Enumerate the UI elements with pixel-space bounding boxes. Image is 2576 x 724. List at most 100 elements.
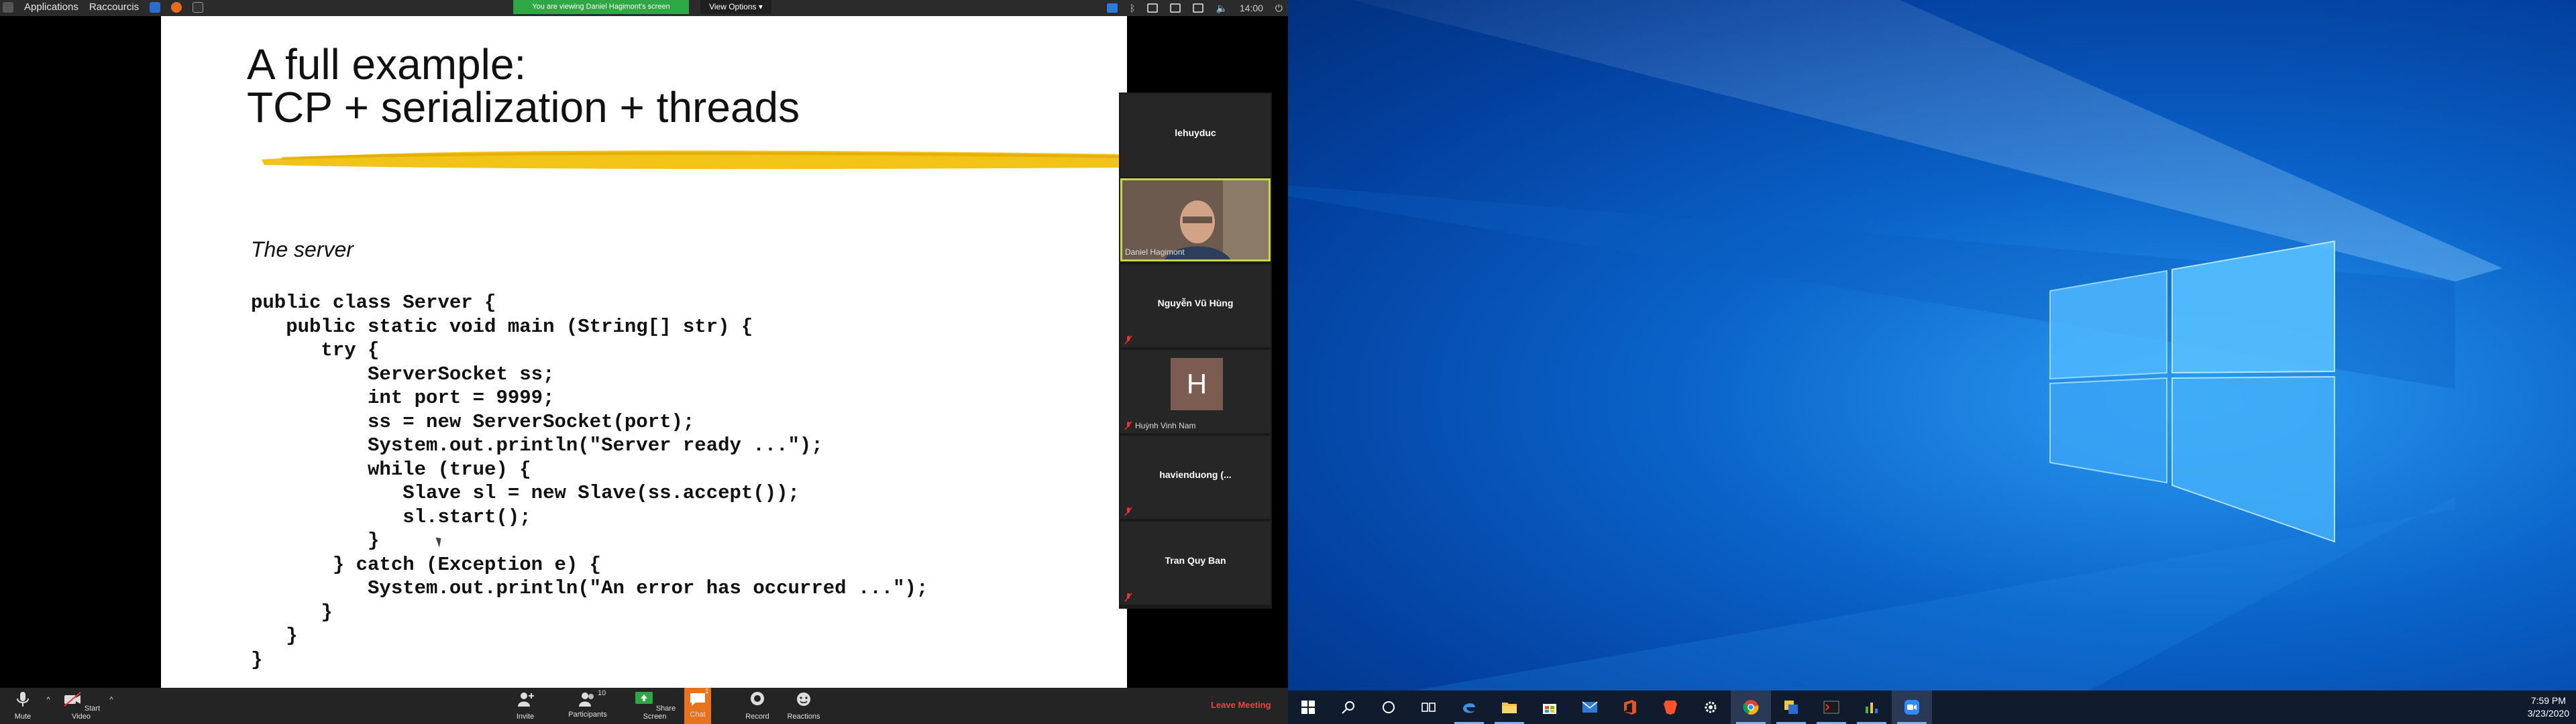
audio-options-caret[interactable]: ^: [42, 696, 55, 704]
windows-logo: [2049, 240, 2335, 543]
windows-taskbar: 7:59 PM 3/23/2020: [1288, 690, 2576, 724]
shortcuts-menu: Raccourcis: [89, 1, 140, 13]
terminal-icon: [1823, 701, 1839, 714]
mic-muted-icon: [1124, 593, 1132, 602]
code-line: System.out.println("An error has occurre…: [251, 577, 928, 599]
code-line: try {: [251, 339, 380, 361]
store-icon: [1543, 704, 1556, 714]
shared-screen-tray: ᛒ 🔈 14:00 ⏻: [1107, 0, 1283, 16]
code-line: sl.start();: [251, 505, 531, 528]
search-button[interactable]: [1328, 690, 1368, 724]
taskbar-time: 7:59 PM: [2530, 695, 2566, 706]
chat-icon-wrap: 1: [688, 688, 709, 708]
app-icon: [1784, 701, 1798, 714]
start-video-button[interactable]: Start Video: [58, 690, 105, 721]
invite-label: Invite: [516, 713, 535, 721]
participant-name: Tran Quy Ban: [1165, 555, 1226, 566]
chrome-icon: [1743, 700, 1759, 715]
mic-muted-icon: [1124, 507, 1132, 516]
add-user-icon: [518, 692, 534, 707]
participant-name: Daniel Hagimont: [1125, 247, 1185, 257]
code-line: ss = new ServerSocket(port);: [251, 410, 695, 433]
file-explorer-icon: [1502, 703, 1517, 713]
task-view-button[interactable]: [1409, 690, 1449, 724]
code-line: public static void main (String[] str) {: [251, 315, 753, 338]
shared-time: 14:00: [1239, 3, 1263, 13]
participant-name: lehuyduc: [1175, 127, 1216, 138]
mail-icon: [1582, 701, 1598, 713]
participant-tile[interactable]: H Huỳnh Vinh Nam: [1120, 350, 1271, 433]
reactions-icon: [797, 692, 810, 706]
code-line: } catch (Exception e) {: [251, 553, 602, 576]
terminal-button[interactable]: [1811, 690, 1851, 724]
start-button[interactable]: [1288, 690, 1328, 724]
invite-button[interactable]: Invite: [510, 690, 541, 721]
participants-button[interactable]: 10 Participants: [561, 689, 614, 719]
settings-button[interactable]: [1690, 690, 1731, 724]
participant-tile[interactable]: Nguyễn Vũ Hùng: [1120, 264, 1271, 347]
mute-button[interactable]: Mute: [7, 690, 39, 721]
zoom-button[interactable]: [1892, 690, 1932, 724]
edge-button[interactable]: [1449, 690, 1489, 724]
participants-label: Participants: [568, 711, 607, 719]
taskbar-date: 3/23/2020: [2527, 708, 2569, 719]
windows-start-icon: [1301, 701, 1315, 714]
zoom-icon: [1904, 700, 1919, 715]
cortana-button[interactable]: [1368, 690, 1409, 724]
chart-app-button[interactable]: [1851, 690, 1892, 724]
task-view-icon: [1421, 703, 1436, 712]
chat-badge: 1: [705, 688, 709, 695]
participant-name: Nguyễn Vũ Hùng: [1157, 298, 1234, 308]
chrome-button[interactable]: [1731, 690, 1771, 724]
reactions-label: Reactions: [787, 713, 820, 721]
participant-tile[interactable]: lehuyduc: [1120, 94, 1271, 177]
highlighter-stroke: [262, 150, 1127, 170]
terminal-icon: [193, 1, 204, 13]
applications-menu: Applications: [24, 1, 78, 13]
chart-app-icon: [1866, 703, 1878, 713]
edge-icon: [1463, 703, 1475, 713]
mute-label: Mute: [14, 713, 32, 721]
reactions-button[interactable]: Reactions: [785, 690, 822, 721]
participant-tile[interactable]: Tran Quy Ban: [1120, 522, 1271, 605]
participant-tile[interactable]: havienduong (...: [1120, 436, 1271, 519]
view-options-label: View Options: [709, 2, 757, 11]
shared-screen-top-bar: Applications Raccourcis You are viewing …: [0, 0, 1288, 16]
leave-meeting-button[interactable]: Leave Meeting: [1211, 700, 1271, 710]
mail-button[interactable]: [1570, 690, 1610, 724]
share-screen-button[interactable]: Share Screen: [631, 690, 679, 721]
taskbar-clock[interactable]: 7:59 PM 3/23/2020: [2528, 695, 2569, 720]
participant-name: havienduong (...: [1159, 469, 1232, 480]
slide-subtitle: The server: [251, 237, 354, 261]
video-options-caret[interactable]: ^: [105, 696, 118, 704]
record-label: Record: [745, 713, 769, 721]
settings-icon: [1705, 701, 1717, 713]
code-line: Slave sl = new Slave(ss.accept());: [251, 482, 800, 504]
code-line: ServerSocket ss;: [251, 363, 555, 385]
app-button[interactable]: [1771, 690, 1811, 724]
viewing-banner: You are viewing Daniel Hagimont's screen: [513, 0, 689, 14]
code-block: public class Server { public static void…: [251, 291, 928, 672]
fr-keyboard-icon: [1147, 3, 1159, 13]
store-button[interactable]: [1529, 690, 1570, 724]
participants-icon-wrap: 10: [578, 689, 606, 708]
record-button[interactable]: Record: [742, 690, 773, 721]
share-screen-icon: [635, 692, 653, 704]
bluetooth-icon: ᛒ: [1130, 3, 1136, 13]
slide-title-line1: A full example:: [247, 40, 527, 88]
chat-label: Chat: [690, 711, 706, 719]
mic-muted-icon: [1124, 335, 1132, 345]
zoom-meeting-window: Applications Raccourcis You are viewing …: [0, 0, 1288, 724]
apps-menu-icon: [3, 1, 13, 13]
battery-icon: [1193, 3, 1204, 13]
power-icon: ⏻: [1275, 2, 1283, 13]
code-line: int port = 9999;: [251, 387, 555, 409]
chat-button[interactable]: 1 Chat: [684, 688, 711, 724]
cortana-icon: [1383, 701, 1395, 713]
participant-video-tile[interactable]: Daniel Hagimont: [1120, 178, 1271, 261]
view-options-button[interactable]: View Options ▾: [700, 0, 771, 14]
file-explorer-button[interactable]: [1489, 690, 1529, 724]
brave-button[interactable]: [1650, 690, 1690, 724]
office-button[interactable]: [1610, 690, 1650, 724]
mic-muted-icon: [1124, 421, 1132, 430]
